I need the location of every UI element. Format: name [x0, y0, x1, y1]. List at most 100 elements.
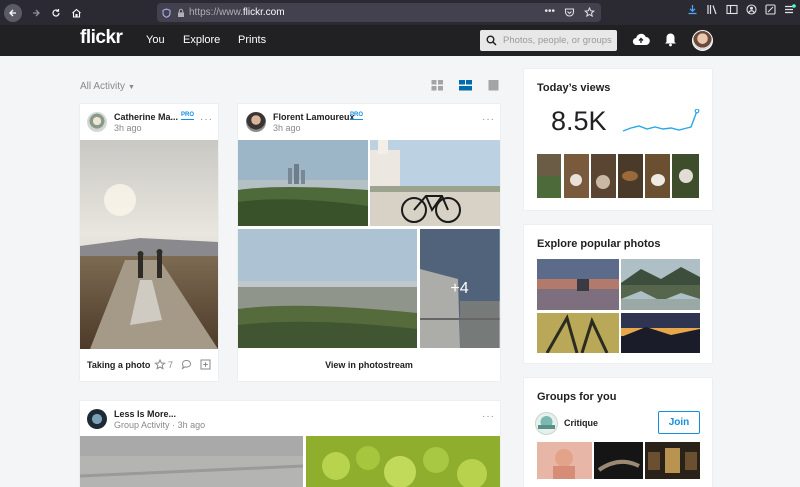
url-domain: flickr.com [242, 7, 285, 18]
reload-icon [52, 8, 60, 17]
layout-switcher [431, 80, 500, 91]
card-username[interactable]: Catherine Ma... [114, 112, 178, 122]
bookmark-star-icon[interactable] [584, 6, 595, 18]
explore-photo-4[interactable] [621, 313, 700, 353]
photo-bicycle[interactable] [370, 140, 500, 226]
url-prefix: https://www. [189, 7, 243, 18]
group-activity-meta: Group Activity · 3h ago [114, 420, 205, 430]
explore-photo-1[interactable] [537, 259, 619, 310]
fave-count: 7 [168, 360, 174, 370]
browser-toolbar: https://www.flickr.com ••• [0, 0, 800, 25]
flickr-header: flickr You Explore Prints Photos, people… [0, 25, 800, 56]
lock-icon [178, 8, 184, 17]
account-icon[interactable] [746, 4, 757, 15]
activity-card-florent: Florent Lamoureux PRO 3h ago ··· +4 View… [238, 104, 500, 381]
menu-icon[interactable] [784, 4, 796, 15]
group-photo-3[interactable] [645, 442, 700, 479]
user-avatar[interactable] [692, 30, 713, 51]
user-avatar[interactable] [246, 112, 266, 132]
shield-icon [162, 7, 171, 18]
view-thumb-1[interactable] [537, 154, 561, 198]
search-input[interactable]: Photos, people, or groups [480, 30, 617, 51]
nav-you[interactable]: You [146, 34, 165, 46]
notifications-bell-icon[interactable] [664, 32, 677, 47]
view-thumb-3[interactable] [591, 154, 616, 198]
activity-page: All Activity ▼ Catherine Ma... PRO 3h ago… [0, 56, 800, 487]
photo-la-skyline-2[interactable] [238, 229, 417, 348]
card-timestamp: 3h ago [114, 123, 142, 133]
large-view-icon[interactable] [487, 80, 500, 91]
flickr-logo[interactable]: flickr [80, 27, 123, 49]
medium-view-icon[interactable] [459, 80, 472, 91]
url-text: https://www.flickr.com [189, 7, 285, 18]
photo-gray-texture[interactable] [80, 436, 303, 487]
photo-la-skyline-1[interactable] [238, 140, 368, 226]
forward-button[interactable] [26, 3, 46, 23]
activity-card-group: Less Is More... Group Activity · 3h ago … [80, 401, 500, 487]
group-avatar[interactable] [87, 409, 107, 429]
nav-prints[interactable]: Prints [238, 34, 266, 46]
reload-button[interactable] [46, 3, 66, 23]
pro-badge: PRO [350, 112, 364, 120]
views-sparkline [622, 109, 700, 132]
group-critique-logo[interactable] [535, 412, 558, 435]
view-thumb-5[interactable] [645, 154, 670, 198]
todays-views-title: Today’s views [537, 82, 611, 94]
more-options-icon[interactable]: ··· [200, 114, 213, 125]
back-button[interactable] [4, 3, 22, 22]
explore-popular-title: Explore popular photos [537, 238, 661, 250]
groups-for-you-title: Groups for you [537, 391, 617, 403]
view-thumb-4[interactable] [618, 154, 643, 198]
address-bar[interactable]: https://www.flickr.com ••• [157, 3, 601, 22]
browser-toolbar-icons [687, 4, 796, 15]
upload-cloud-icon[interactable] [632, 32, 650, 47]
page-actions-icon[interactable]: ••• [544, 6, 555, 18]
more-photos-overlay[interactable]: +4 [420, 229, 499, 348]
nav-explore[interactable]: Explore [183, 34, 220, 46]
grid-view-icon[interactable] [431, 80, 444, 91]
join-group-button[interactable]: Join [658, 411, 700, 434]
group-name-critique[interactable]: Critique [564, 418, 598, 428]
chevron-down-icon: ▼ [128, 84, 135, 91]
explore-popular-panel: Explore popular photos [524, 225, 712, 363]
view-in-photostream-link[interactable]: View in photostream [238, 360, 500, 370]
library-icon[interactable] [706, 4, 718, 15]
todays-views-count: 8.5K [551, 106, 607, 136]
view-thumb-2[interactable] [564, 154, 589, 198]
add-to-gallery-icon[interactable] [200, 359, 211, 370]
search-icon [486, 35, 497, 46]
extension-icon[interactable] [765, 4, 776, 15]
activity-filter-label: All Activity [80, 81, 126, 92]
forward-arrow-icon [33, 9, 40, 16]
photo-romanesco[interactable] [306, 436, 500, 487]
activity-card-catherine: Catherine Ma... PRO 3h ago ··· Taking a … [80, 104, 218, 381]
group-name[interactable]: Less Is More... [114, 409, 176, 419]
home-icon [71, 8, 81, 18]
card-username[interactable]: Florent Lamoureux [273, 112, 355, 122]
group-photo-1[interactable] [537, 442, 592, 479]
groups-for-you-panel: Groups for you Critique Join [524, 378, 712, 487]
fave-star-icon[interactable] [154, 359, 166, 371]
home-button[interactable] [66, 3, 86, 23]
pocket-icon[interactable] [564, 7, 575, 18]
back-arrow-icon [9, 9, 16, 16]
view-thumb-6[interactable] [672, 154, 699, 198]
group-activity-label: Group Activity [114, 420, 170, 430]
group-photo-2[interactable] [594, 442, 643, 479]
download-icon[interactable] [687, 4, 698, 15]
photo-caption[interactable]: Taking a photo [87, 360, 150, 370]
card-timestamp: 3h ago [177, 420, 206, 430]
more-options-icon[interactable]: ··· [482, 114, 495, 125]
explore-photo-2[interactable] [621, 259, 700, 310]
pro-badge: PRO [181, 112, 195, 120]
activity-filter-dropdown[interactable]: All Activity ▼ [80, 81, 135, 92]
explore-photo-3[interactable] [537, 313, 619, 353]
more-options-icon[interactable]: ··· [482, 411, 495, 422]
card-timestamp: 3h ago [273, 123, 301, 133]
comment-icon[interactable] [181, 359, 192, 370]
search-placeholder: Photos, people, or groups [503, 35, 612, 46]
photo-person-on-path[interactable] [80, 140, 218, 349]
sidebar-icon[interactable] [726, 4, 738, 15]
meta-separator: · [172, 420, 176, 430]
user-avatar[interactable] [87, 112, 107, 132]
